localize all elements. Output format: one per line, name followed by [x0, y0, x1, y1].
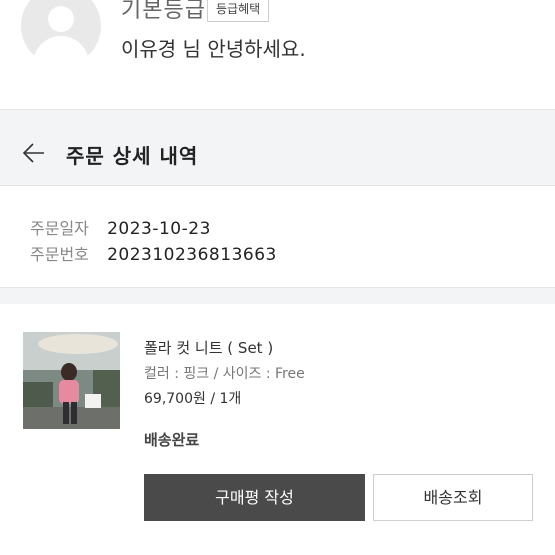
order-info: 주문일자 2023-10-23 주문번호 20231023681366​3: [0, 186, 555, 287]
product-options: 컬러 : 핑크 / 사이즈 : Free: [144, 366, 305, 382]
track-delivery-button[interactable]: 배송조회: [373, 474, 533, 521]
page-title: 주문 상세 내역: [66, 144, 199, 168]
product-thumbnail[interactable]: [23, 332, 120, 429]
profile-section: 기본등급 등급혜택 이유경 님 안녕하세요.: [0, 0, 555, 110]
write-review-button[interactable]: 구매평 작성: [144, 474, 365, 521]
grade-benefits-button[interactable]: 등급혜택: [207, 0, 270, 22]
arrow-left-icon: [22, 143, 44, 163]
product-name[interactable]: 폴라 컷 니트 ( Set ): [144, 337, 273, 358]
product-photo-icon: [23, 332, 120, 429]
delivery-status: 배송완료: [144, 431, 200, 449]
order-date-label: 주문일자: [30, 219, 89, 238]
order-item: 폴라 컷 니트 ( Set ) 컬러 : 핑크 / 사이즈 : Free 69,…: [0, 304, 555, 555]
page-header: 주문 상세 내역: [0, 127, 555, 186]
order-date-row: 주문일자 2023-10-23: [30, 215, 211, 239]
greeting-text: 이유경 님 안녕하세요.: [121, 37, 306, 61]
section-divider: [0, 287, 555, 304]
avatar: [21, 0, 101, 66]
order-number-label: 주문번호: [30, 245, 89, 264]
order-number-value: 20231023681366​3: [107, 245, 277, 265]
avatar-head: [48, 6, 74, 32]
member-grade: 기본등급: [121, 0, 206, 23]
order-number-row: 주문번호 20231023681366​3: [30, 241, 277, 265]
back-button[interactable]: [18, 137, 50, 169]
order-date-value: 2023-10-23: [107, 219, 211, 239]
product-price: 69,700원 / 1개: [144, 391, 242, 407]
section-divider: [0, 109, 555, 128]
avatar-body: [33, 36, 89, 66]
